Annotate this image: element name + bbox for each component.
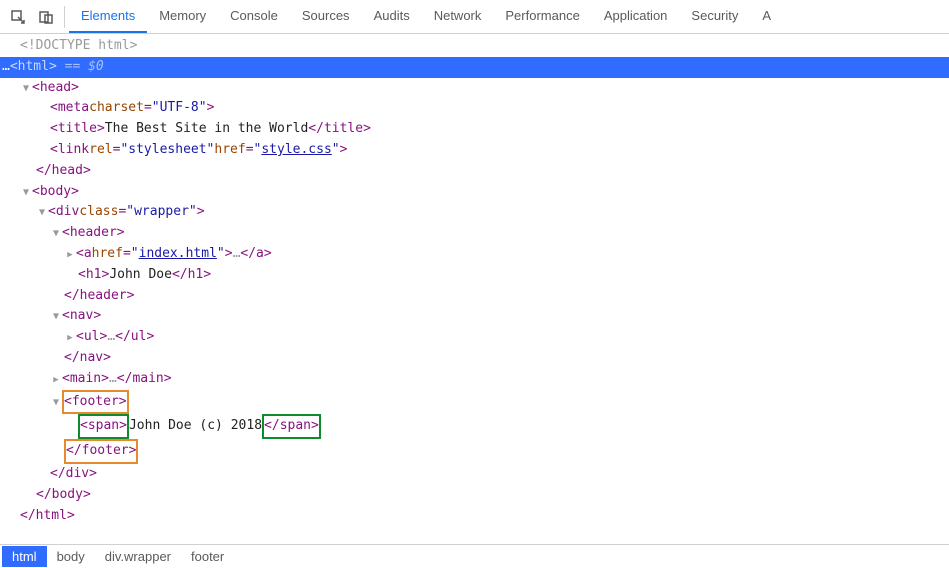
footer-text: John Doe (c) 2018 [129,416,262,437]
caret-icon[interactable] [50,306,62,327]
caret-icon[interactable] [36,202,48,223]
div-close-row[interactable]: </div> [0,464,949,485]
head-close-row[interactable]: </head> [0,161,949,182]
index-link[interactable]: index.html [139,246,217,261]
nav-open-row[interactable]: <nav> [0,306,949,327]
inspect-icon[interactable] [4,3,32,31]
breadcrumb: html body div.wrapper footer [0,544,949,568]
ellipsis: … [109,369,117,390]
device-toggle-icon[interactable] [32,3,60,31]
caret-icon[interactable] [20,182,32,203]
caret-icon[interactable] [20,78,32,99]
ellipsis: … [107,327,115,348]
doctype-text: <!DOCTYPE html> [20,36,137,57]
charset-val: "UTF-8" [152,98,207,119]
tab-more[interactable]: A [750,0,783,33]
div-open-row[interactable]: <div class="wrapper"> [0,202,949,223]
span-open-tag: span [88,418,119,433]
highlight-orange: <footer> [62,390,129,415]
rel-val: "stylesheet" [120,140,214,161]
class-attr: class [79,202,118,223]
html-close-row[interactable]: </html> [0,506,949,527]
tab-performance[interactable]: Performance [493,0,591,33]
h1-row[interactable]: <h1>John Doe</h1> [0,265,949,286]
body-tag: body [40,182,71,203]
tab-elements[interactable]: Elements [69,0,147,33]
href-attr: href [214,140,245,161]
h1-tag: h1 [86,265,102,286]
header-open-row[interactable]: <header> [0,223,949,244]
tab-memory[interactable]: Memory [147,0,218,33]
tab-audits[interactable]: Audits [362,0,422,33]
meta-tag: meta [58,98,89,119]
nav-tag: nav [70,306,93,327]
ul-tag: ul [84,327,100,348]
devtools-toolbar: Elements Memory Console Sources Audits N… [0,0,949,34]
crumb-div[interactable]: div.wrapper [95,546,181,567]
highlight-green: </span> [262,414,321,439]
charset-attr: charset [89,98,144,119]
span-row[interactable]: <span>John Doe (c) 2018</span> [0,414,949,439]
caret-icon[interactable] [50,369,62,390]
tab-application[interactable]: Application [592,0,680,33]
header-close-row[interactable]: </header> [0,286,949,307]
ellipsis-prefix: … [0,57,10,78]
anchor-row[interactable]: <a href="index.html">…</a> [0,244,949,265]
crumb-html[interactable]: html [2,546,47,567]
crumb-footer[interactable]: footer [181,546,234,567]
dom-tree[interactable]: <!DOCTYPE html> …<html> == $0 <head> <me… [0,34,949,526]
highlight-green: <span> [78,414,129,439]
nav-close-row[interactable]: </nav> [0,348,949,369]
footer-close-row[interactable]: </footer> [0,439,949,464]
caret-icon[interactable] [50,223,62,244]
html-tag: html [18,57,49,78]
header-tag: header [70,223,117,244]
main-tag: main [70,369,101,390]
doctype-line[interactable]: <!DOCTYPE html> [0,36,949,57]
selection-indicator: == $0 [57,57,104,78]
toolbar-divider [64,6,65,28]
caret-icon[interactable] [50,392,62,413]
title-tag: title [58,119,97,140]
highlight-orange: </footer> [64,439,138,464]
ul-row[interactable]: <ul>…</ul> [0,327,949,348]
main-row[interactable]: <main>…</main> [0,369,949,390]
link-row[interactable]: <link rel="stylesheet" href="style.css"> [0,140,949,161]
a-tag: a [84,244,92,265]
stylesheet-link[interactable]: style.css [261,142,331,157]
title-text: The Best Site in the World [105,119,309,140]
tab-network[interactable]: Network [422,0,494,33]
div-tag: div [56,202,79,223]
href-attr: href [92,244,123,265]
crumb-body[interactable]: body [47,546,95,567]
head-tag: head [40,78,71,99]
tab-console[interactable]: Console [218,0,290,33]
tab-sources[interactable]: Sources [290,0,362,33]
ellipsis: … [233,244,241,265]
footer-open-row[interactable]: <footer> [0,390,949,415]
link-tag: link [58,140,89,161]
caret-icon[interactable] [64,244,76,265]
head-open-row[interactable]: <head> [0,78,949,99]
title-row[interactable]: <title>The Best Site in the World</title… [0,119,949,140]
caret-icon[interactable] [64,327,76,348]
meta-row[interactable]: <meta charset="UTF-8"> [0,98,949,119]
tab-security[interactable]: Security [679,0,750,33]
wrapper-val: "wrapper" [126,202,196,223]
h1-text: John Doe [109,265,172,286]
span-close-tag: span [280,418,311,433]
html-open-row[interactable]: …<html> == $0 [0,57,949,78]
panel-tabs: Elements Memory Console Sources Audits N… [69,0,783,33]
footer-tag: footer [72,394,119,409]
rel-attr: rel [89,140,112,161]
body-close-row[interactable]: </body> [0,485,949,506]
body-open-row[interactable]: <body> [0,182,949,203]
